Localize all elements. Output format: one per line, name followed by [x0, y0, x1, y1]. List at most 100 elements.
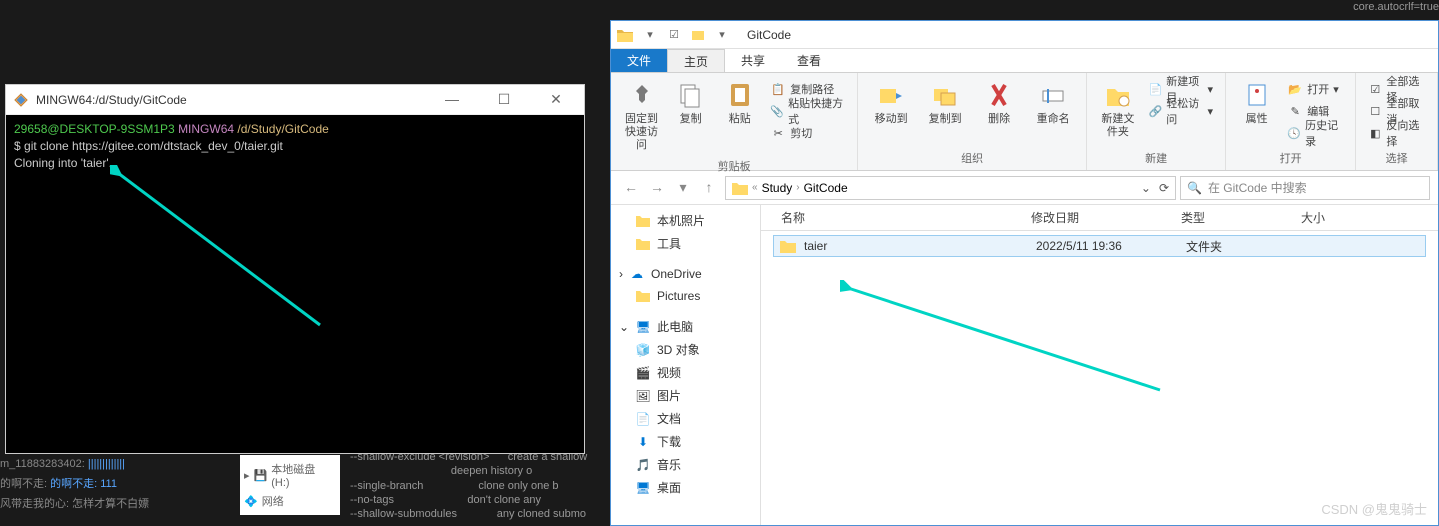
- explorer-titlebar[interactable]: ▾ ☑ ▾ GitCode: [611, 21, 1438, 49]
- sidebar-item-tools[interactable]: 工具: [611, 232, 760, 255]
- move-icon: [877, 81, 905, 109]
- folder-icon: [732, 181, 748, 195]
- group-label: 组织: [866, 147, 1078, 166]
- group-label: 打开: [1234, 147, 1347, 166]
- navigation-pane[interactable]: 本机照片 工具 ›☁OneDrive Pictures ⌄🖥此电脑 🧊3D 对象…: [611, 205, 761, 525]
- delete-icon: [985, 81, 1013, 109]
- folder-icon: [636, 215, 650, 227]
- breadcrumb[interactable]: Study: [762, 181, 793, 195]
- paste-button[interactable]: 粘贴: [717, 77, 762, 128]
- terminal-output[interactable]: 29658@DESKTOP-9SSM1P3 MINGW64 /d/Study/G…: [6, 115, 584, 453]
- sidebar-item-thispc[interactable]: ⌄🖥此电脑: [611, 315, 760, 338]
- prompt-symbol: $: [14, 139, 21, 153]
- close-button[interactable]: ✕: [536, 91, 576, 108]
- bg-disk-panel: ▸💾本地磁盘 (H:) 💠网络: [240, 455, 340, 515]
- recent-button[interactable]: ▾: [671, 179, 695, 196]
- file-date: 2022/5/11 19:36: [1028, 239, 1178, 253]
- delete-button[interactable]: 删除: [974, 77, 1024, 128]
- file-row-taier[interactable]: taier 2022/5/11 19:36 文件夹: [773, 235, 1426, 257]
- network-item[interactable]: 💠网络: [244, 491, 336, 511]
- group-label: 新建: [1095, 147, 1217, 166]
- sidebar-item-pictures[interactable]: Pictures: [611, 285, 760, 307]
- watermark: CSDN @鬼鬼骑士: [1321, 499, 1427, 518]
- address-bar[interactable]: « Study › GitCode ⌄⟳: [725, 176, 1176, 200]
- ribbon-group-organize: 移动到 复制到 删除 重命名 组织: [858, 73, 1087, 170]
- column-size[interactable]: 大小: [1293, 209, 1373, 226]
- group-label: 选择: [1364, 147, 1429, 166]
- pin-icon: [628, 81, 656, 109]
- up-button[interactable]: ↑: [697, 179, 721, 196]
- sidebar-item-music[interactable]: 🎵音乐: [611, 453, 760, 476]
- git-bash-icon: [14, 93, 28, 107]
- qat-properties[interactable]: ☑: [663, 24, 685, 46]
- column-headers: 名称 修改日期 类型 大小: [761, 205, 1438, 231]
- column-name[interactable]: 名称: [773, 209, 1023, 226]
- search-input[interactable]: 🔍 在 GitCode 中搜索: [1180, 176, 1430, 200]
- copy-button[interactable]: 复制: [668, 77, 713, 128]
- qat-new[interactable]: [687, 24, 709, 46]
- back-button[interactable]: ←: [619, 179, 643, 196]
- search-icon: 🔍: [1187, 181, 1202, 195]
- forward-button[interactable]: →: [645, 179, 669, 196]
- navigation-bar: ← → ▾ ↑ « Study › GitCode ⌄⟳ 🔍 在 GitCode…: [611, 171, 1438, 205]
- column-type[interactable]: 类型: [1173, 209, 1293, 226]
- properties-button[interactable]: 属性: [1234, 77, 1279, 128]
- refresh-button[interactable]: ⟳: [1159, 181, 1169, 195]
- tab-file[interactable]: 文件: [611, 49, 667, 72]
- tab-view[interactable]: 查看: [781, 49, 837, 72]
- folder-icon: [636, 290, 650, 302]
- paste-icon: [726, 81, 754, 109]
- sidebar-item-videos[interactable]: 🎬视频: [611, 361, 760, 384]
- sidebar-item-downloads[interactable]: ⬇下载: [611, 430, 760, 453]
- dropdown-button[interactable]: ⌄: [1141, 181, 1151, 195]
- history-button[interactable]: 🕓历史记录: [1287, 123, 1343, 143]
- clone-output: Cloning into 'taier'...: [14, 155, 576, 172]
- file-list[interactable]: taier 2022/5/11 19:36 文件夹: [761, 231, 1438, 525]
- open-button[interactable]: 📂打开▾: [1287, 79, 1343, 99]
- breadcrumb[interactable]: GitCode: [804, 181, 848, 195]
- folder-icon: [780, 239, 796, 253]
- titlebar[interactable]: MINGW64:/d/Study/GitCode — ☐ ✕: [6, 85, 584, 115]
- file-explorer-window: ▾ ☑ ▾ GitCode 文件 主页 共享 查看 固定到快速访问 复制: [610, 20, 1439, 526]
- newfolder-button[interactable]: 新建文件夹: [1095, 77, 1140, 141]
- copyto-icon: [931, 81, 959, 109]
- ribbon-group-select: ☑全部选择 ☐全部取消 ◧反向选择 选择: [1356, 73, 1438, 170]
- window-title: GitCode: [747, 28, 791, 42]
- ribbon-tabs: 文件 主页 共享 查看: [611, 49, 1438, 73]
- folder-icon: [691, 28, 705, 42]
- disk-item[interactable]: ▸💾本地磁盘 (H:): [244, 459, 336, 491]
- rename-button[interactable]: 重命名: [1028, 77, 1078, 128]
- prompt-path: /d/Study/GitCode: [237, 122, 328, 136]
- search-placeholder: 在 GitCode 中搜索: [1208, 179, 1307, 196]
- folder-icon: [636, 238, 650, 250]
- sidebar-item-3d[interactable]: 🧊3D 对象: [611, 338, 760, 361]
- tab-home[interactable]: 主页: [667, 49, 725, 72]
- maximize-button[interactable]: ☐: [484, 91, 524, 108]
- bg-sidebar-text: m_11883283402: ||||||||||||| 的啊不走: 的啊不走:…: [0, 455, 149, 514]
- cut-button[interactable]: ✂剪切: [770, 123, 845, 143]
- sidebar-item-documents[interactable]: 📄文档: [611, 407, 760, 430]
- ribbon-group-new: 新建文件夹 📄新建项目▾ 🔗轻松访问▾ 新建: [1087, 73, 1226, 170]
- ribbon-group-open: 属性 📂打开▾ ✎编辑 🕓历史记录 打开: [1226, 73, 1356, 170]
- sidebar-item-desktop[interactable]: 🖥桌面: [611, 476, 760, 499]
- easyaccess-button[interactable]: 🔗轻松访问▾: [1149, 101, 1214, 121]
- tab-share[interactable]: 共享: [725, 49, 781, 72]
- sidebar-item-photos[interactable]: 本机照片: [611, 209, 760, 232]
- qat-button[interactable]: ▾: [639, 24, 661, 46]
- qat-dropdown[interactable]: ▾: [711, 24, 733, 46]
- bg-line: 风带走我的心: 怎样才算不白嫖: [0, 495, 149, 515]
- window-title: MINGW64:/d/Study/GitCode: [36, 93, 432, 107]
- sidebar-item-onedrive[interactable]: ›☁OneDrive: [611, 263, 760, 285]
- column-date[interactable]: 修改日期: [1023, 209, 1173, 226]
- invertselect-button[interactable]: ◧反向选择: [1368, 123, 1425, 143]
- sidebar-item-pictures2[interactable]: 🖼图片: [611, 384, 760, 407]
- bg-line: 的啊不走: 的啊不走: 111: [0, 475, 149, 495]
- ribbon: 固定到快速访问 复制 粘贴 📋复制路径 📎粘贴快捷方式 ✂剪切 剪贴板: [611, 73, 1438, 171]
- copyto-button[interactable]: 复制到: [920, 77, 970, 128]
- properties-icon: [1243, 81, 1271, 109]
- minimize-button[interactable]: —: [432, 91, 472, 108]
- moveto-button[interactable]: 移动到: [866, 77, 916, 128]
- pasteshortcut-button[interactable]: 📎粘贴快捷方式: [770, 101, 845, 121]
- prompt-host: MINGW64: [178, 122, 234, 136]
- pin-button[interactable]: 固定到快速访问: [619, 77, 664, 155]
